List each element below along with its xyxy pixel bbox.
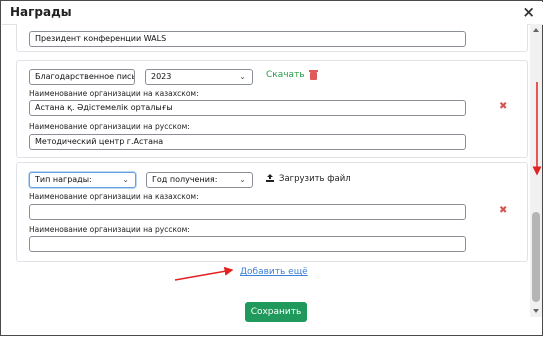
org-kz-label: Наименование организации на казахском:: [29, 89, 199, 98]
award-type-select[interactable]: Тип награды: ⌄: [29, 172, 136, 188]
scrollbar[interactable]: [530, 24, 542, 317]
role-field[interactable]: Президент конференции WALS: [29, 31, 466, 47]
x-icon[interactable]: ✖: [499, 205, 507, 216]
upload-file-button[interactable]: Загрузить файл: [266, 174, 351, 184]
award-card-previous: Президент конференции WALS: [16, 24, 528, 52]
org-ru-input[interactable]: Методический центр г.Астана: [29, 134, 466, 150]
modal-header: Награды ×: [2, 2, 543, 25]
scroll-down-icon[interactable]: [533, 309, 539, 313]
org-kz-input-2[interactable]: [29, 204, 466, 220]
org-kz-label-2: Наименование организации на казахском:: [29, 192, 199, 201]
upload-label: Загрузить файл: [279, 174, 351, 184]
award-year-placeholder: Год получения:: [152, 175, 218, 184]
award-year-select[interactable]: 2023 ⌄: [145, 69, 253, 85]
award-year-select-2[interactable]: Год получения: ⌄: [146, 172, 253, 188]
add-more-link[interactable]: Добавить ещё: [240, 267, 308, 277]
upload-icon: [266, 174, 274, 182]
x-icon[interactable]: ✖: [499, 101, 507, 112]
close-icon[interactable]: ×: [522, 3, 535, 21]
scroll-up-icon[interactable]: [533, 28, 539, 32]
modal-window: Награды × Президент конференции WALS Бла…: [0, 0, 543, 336]
trash-icon[interactable]: [309, 70, 318, 80]
chevron-down-icon: ⌄: [239, 175, 246, 184]
award-type-field[interactable]: Благодарственное письмо: [29, 69, 135, 85]
chevron-down-icon: ⌄: [122, 175, 129, 184]
org-kz-input[interactable]: Астана қ. Әдістемелік орталығы: [29, 100, 466, 116]
award-type-placeholder: Тип награды:: [35, 175, 92, 184]
scrollbar-thumb[interactable]: [532, 212, 540, 302]
org-ru-label-2: Наименование организации на русском:: [29, 225, 190, 234]
award-year-value: 2023: [151, 72, 172, 81]
org-ru-label: Наименование организации на русском:: [29, 122, 190, 131]
download-link[interactable]: Скачать: [266, 70, 305, 80]
save-button[interactable]: Сохранить: [245, 302, 307, 322]
org-ru-input-2[interactable]: [29, 236, 466, 252]
award-card-1: Благодарственное письмо 2023 ⌄ Скачать Н…: [16, 60, 528, 158]
modal-body: Президент конференции WALS Благодарствен…: [2, 24, 543, 336]
award-card-2: Тип награды: ⌄ Год получения: ⌄ Загрузит…: [16, 162, 528, 262]
modal-title: Награды: [10, 5, 72, 19]
chevron-down-icon: ⌄: [239, 72, 246, 81]
